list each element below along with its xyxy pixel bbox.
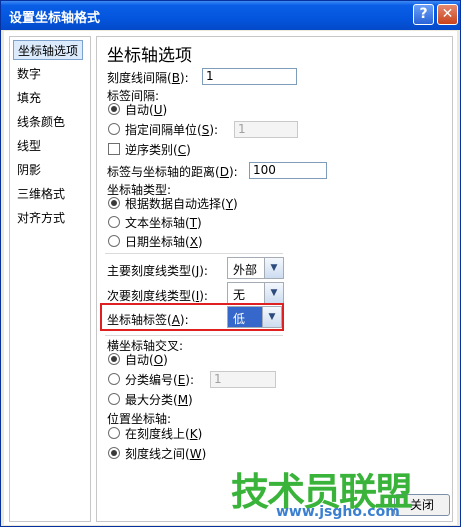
position-between-label: 刻度线之间(W) bbox=[125, 447, 207, 461]
cross-category-input[interactable]: 1 bbox=[210, 371, 276, 388]
axis-type-text-label: 文本坐标轴(T) bbox=[125, 216, 202, 230]
sidebar-item-alignment[interactable]: 对齐方式 bbox=[13, 208, 87, 228]
watermark-url: www.jsgho.com bbox=[276, 504, 400, 520]
major-tick-label: 主要刻度线类型(J): bbox=[107, 264, 208, 278]
label-interval-auto-radio[interactable] bbox=[108, 103, 120, 115]
axis-labels-value: 低 bbox=[233, 312, 246, 326]
sidebar-item-axis-options[interactable]: 坐标轴选项 bbox=[13, 40, 83, 60]
sidebar-item-number[interactable]: 数字 bbox=[13, 64, 87, 84]
minor-tick-label: 次要刻度线类型(I): bbox=[107, 289, 208, 303]
reverse-order-checkbox[interactable] bbox=[108, 143, 120, 155]
position-on-ticks-label: 在刻度线上(K) bbox=[125, 427, 203, 441]
format-axis-dialog: 设置坐标轴格式 ? ✕ 坐标轴选项 数字 填充 线条颜色 线型 阴影 三维格式 … bbox=[0, 0, 461, 527]
sidebar-item-fill[interactable]: 填充 bbox=[13, 88, 87, 108]
axis-type-date-radio[interactable] bbox=[108, 235, 120, 247]
sidebar-item-line-color[interactable]: 线条颜色 bbox=[13, 112, 87, 132]
axis-type-auto-radio[interactable] bbox=[108, 197, 120, 209]
label-distance-label: 标签与坐标轴的距离(D): bbox=[107, 165, 238, 179]
category-sidebar: 坐标轴选项 数字 填充 线条颜色 线型 阴影 三维格式 对齐方式 bbox=[9, 36, 91, 522]
axis-labels-label: 坐标轴标签(A): bbox=[107, 313, 189, 327]
cross-max-radio[interactable] bbox=[108, 393, 120, 405]
dialog-title: 设置坐标轴格式 bbox=[9, 11, 101, 26]
axis-options-panel: 坐标轴选项 刻度线间隔(B): 1 标签间隔: 自动(U) 指定间隔单位(S):… bbox=[96, 36, 453, 522]
axis-type-auto-label: 根据数据自动选择(Y) bbox=[125, 197, 238, 211]
major-tick-value: 外部 bbox=[233, 263, 258, 277]
cross-auto-label: 自动(O) bbox=[125, 353, 168, 367]
axis-type-date-label: 日期坐标轴(X) bbox=[125, 235, 203, 249]
position-on-ticks-radio[interactable] bbox=[108, 427, 120, 439]
axis-type-text-radio[interactable] bbox=[108, 216, 120, 228]
minor-tick-select[interactable]: 无 ▼ bbox=[227, 282, 284, 304]
label-interval-specify-input[interactable]: 1 bbox=[234, 121, 298, 138]
axis-labels-select[interactable]: 低 ▼ bbox=[227, 306, 282, 328]
divider bbox=[105, 253, 283, 254]
close-window-button[interactable]: ✕ bbox=[437, 4, 458, 25]
minor-tick-value: 无 bbox=[233, 288, 246, 302]
cross-max-label: 最大分类(M) bbox=[125, 393, 193, 407]
panel-heading: 坐标轴选项 bbox=[107, 46, 192, 66]
cross-category-label: 分类编号(E): bbox=[125, 373, 195, 387]
position-between-radio[interactable] bbox=[108, 447, 120, 459]
chevron-down-icon[interactable]: ▼ bbox=[264, 258, 283, 278]
tick-interval-input[interactable]: 1 bbox=[202, 68, 297, 85]
chevron-down-icon[interactable]: ▼ bbox=[262, 307, 281, 327]
label-distance-input[interactable]: 100 bbox=[249, 162, 327, 179]
reverse-order-label: 逆序类别(C) bbox=[125, 143, 191, 157]
major-tick-select[interactable]: 外部 ▼ bbox=[227, 257, 284, 279]
title-bar[interactable]: 设置坐标轴格式 ? ✕ bbox=[1, 1, 460, 30]
label-interval-auto-label: 自动(U) bbox=[125, 103, 168, 117]
chevron-down-icon[interactable]: ▼ bbox=[264, 283, 283, 303]
label-interval-specify-radio[interactable] bbox=[108, 123, 120, 135]
dialog-body: 坐标轴选项 数字 填充 线条颜色 线型 阴影 三维格式 对齐方式 坐标轴选项 刻… bbox=[4, 31, 457, 525]
tick-interval-label: 刻度线间隔(B): bbox=[107, 71, 189, 85]
cross-category-radio[interactable] bbox=[108, 373, 120, 385]
sidebar-item-shadow[interactable]: 阴影 bbox=[13, 160, 87, 180]
divider bbox=[105, 335, 283, 336]
help-button[interactable]: ? bbox=[413, 4, 434, 25]
label-interval-specify-label: 指定间隔单位(S): bbox=[125, 123, 219, 137]
sidebar-item-3d-format[interactable]: 三维格式 bbox=[13, 184, 87, 204]
sidebar-item-line-style[interactable]: 线型 bbox=[13, 136, 87, 156]
cross-auto-radio[interactable] bbox=[108, 353, 120, 365]
